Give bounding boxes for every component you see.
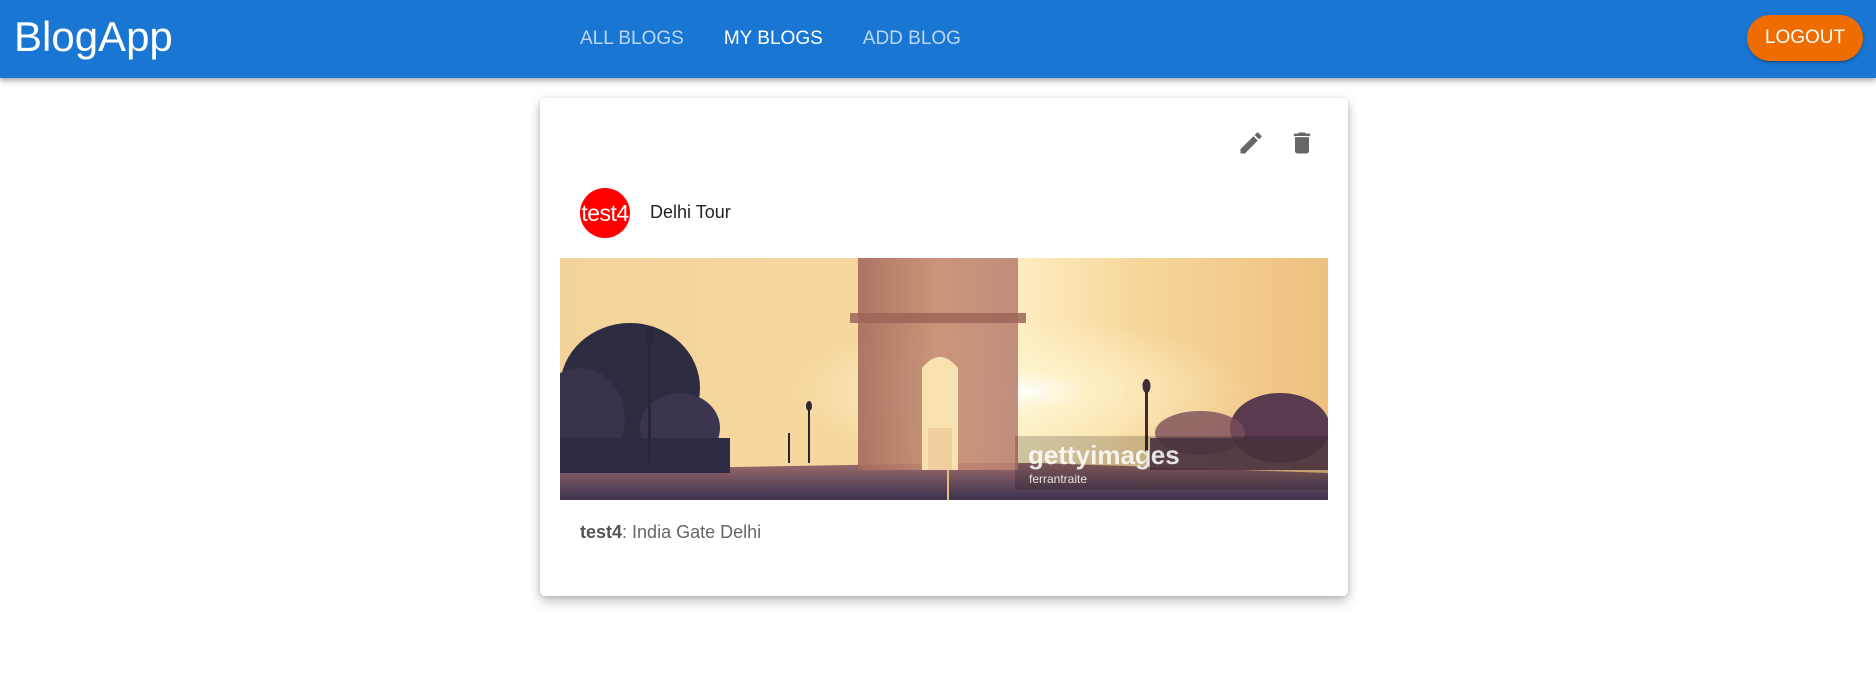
image-watermark-credit: ferrantraite	[1029, 472, 1087, 486]
tab-add-blog[interactable]: ADD BLOG	[843, 2, 981, 76]
app-bar: BlogApp ALL BLOGS MY BLOGS ADD BLOG LOGO…	[0, 0, 1876, 78]
tab-all-blogs[interactable]: ALL BLOGS	[560, 2, 704, 76]
caption-separator: :	[622, 522, 633, 542]
edit-button[interactable]	[1229, 121, 1273, 165]
delete-button[interactable]	[1280, 121, 1324, 165]
blog-title: Delhi Tour	[650, 202, 731, 222]
edit-icon	[1240, 132, 1262, 154]
blog-description: India Gate Delhi	[632, 522, 762, 542]
avatar: test4	[580, 188, 630, 238]
app-title: BlogApp	[14, 13, 173, 60]
blog-card: test4 Delhi Tour gettyimages ferrantrait…	[540, 98, 1348, 596]
blog-author: test4	[580, 522, 623, 542]
logout-button[interactable]: LOGOUT	[1747, 15, 1863, 61]
blog-caption: test4: India Gate Delhi	[580, 522, 761, 543]
blog-image: gettyimages ferrantraite	[560, 258, 1328, 500]
image-watermark-brand: gettyimages	[1028, 440, 1180, 470]
delete-icon	[1293, 132, 1311, 154]
nav-tabs: ALL BLOGS MY BLOGS ADD BLOG	[560, 0, 981, 78]
tab-my-blogs[interactable]: MY BLOGS	[704, 2, 843, 76]
india-gate-photo: gettyimages ferrantraite	[560, 258, 1328, 500]
